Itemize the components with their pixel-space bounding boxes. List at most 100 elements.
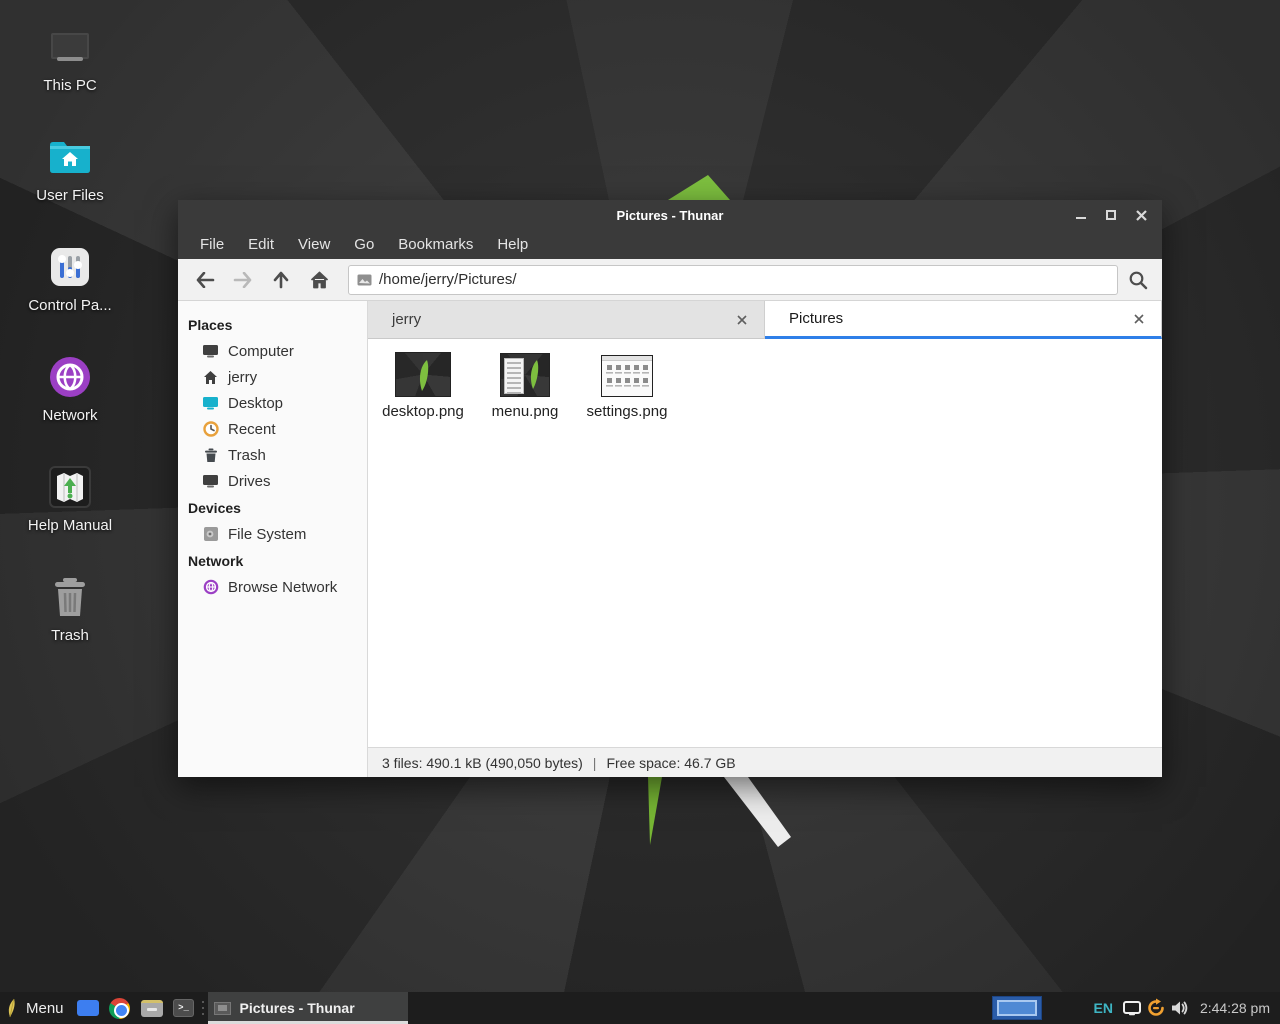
window-title: Pictures - Thunar bbox=[617, 208, 724, 223]
file-name: desktop.png bbox=[382, 403, 464, 420]
menu-view[interactable]: View bbox=[286, 230, 342, 259]
sidebar-item-label: Browse Network bbox=[228, 579, 337, 596]
keyboard-layout-indicator[interactable]: EN bbox=[1093, 1000, 1112, 1016]
sidebar-item-browse-network[interactable]: Browse Network bbox=[178, 574, 367, 600]
tab-close-icon[interactable] bbox=[1129, 309, 1149, 329]
desktop-icon-network[interactable]: Network bbox=[0, 346, 140, 456]
file-desktop-png[interactable]: desktop.png bbox=[372, 347, 474, 420]
menu-help[interactable]: Help bbox=[485, 230, 540, 259]
tab-jerry[interactable]: jerry bbox=[368, 301, 765, 339]
sidebar-item-recent[interactable]: Recent bbox=[178, 416, 367, 442]
show-desktop-icon bbox=[77, 1000, 99, 1016]
file-name: settings.png bbox=[587, 403, 668, 420]
sidebar-item-jerry[interactable]: jerry bbox=[178, 364, 367, 390]
tasklist-grip[interactable] bbox=[202, 992, 204, 1024]
chrome-icon bbox=[109, 998, 130, 1019]
task-button-label: Pictures - Thunar bbox=[240, 1000, 355, 1016]
file-settings-png[interactable]: settings.png bbox=[576, 347, 678, 420]
sidebar-item-drives[interactable]: Drives bbox=[178, 468, 367, 494]
menu-bar: File Edit View Go Bookmarks Help bbox=[178, 230, 1162, 259]
sidebar-header-devices: Devices bbox=[178, 494, 367, 521]
desktop-icon-this-pc[interactable]: This PC bbox=[0, 16, 140, 126]
desktop-monitor-icon bbox=[202, 395, 219, 412]
side-pane: Places Computer jerry bbox=[178, 301, 368, 777]
desktop-root: This PC User Files bbox=[0, 0, 1280, 1024]
update-manager-tray[interactable] bbox=[1144, 992, 1168, 1024]
sidebar-item-label: jerry bbox=[228, 369, 257, 386]
file-view[interactable]: desktop.png menu.png bbox=[368, 339, 1162, 747]
toolbar: /home/jerry/Pictures/ bbox=[178, 259, 1162, 301]
window-content: Places Computer jerry bbox=[178, 301, 1162, 777]
thunar-window: Pictures - Thunar File Edit View Go Book… bbox=[178, 200, 1162, 777]
menu-go[interactable]: Go bbox=[342, 230, 386, 259]
sidebar-item-label: Drives bbox=[228, 473, 271, 490]
feather-logo-icon bbox=[6, 998, 19, 1018]
desktop-icon-label: Control Pa... bbox=[28, 297, 111, 314]
sidebar-item-label: File System bbox=[228, 526, 306, 543]
desktop-icon-label: User Files bbox=[36, 187, 104, 204]
sidebar-item-computer[interactable]: Computer bbox=[178, 338, 367, 364]
menu-button[interactable]: Menu bbox=[0, 992, 72, 1024]
drives-icon bbox=[202, 473, 219, 490]
maximize-button[interactable] bbox=[1096, 200, 1126, 230]
task-button-thunar[interactable]: Pictures - Thunar bbox=[208, 992, 408, 1024]
forward-button[interactable] bbox=[224, 264, 262, 296]
chrome-launcher[interactable] bbox=[107, 992, 133, 1024]
sliders-icon bbox=[47, 244, 93, 290]
close-button[interactable] bbox=[1126, 200, 1156, 230]
desktop-icon-label: Network bbox=[42, 407, 97, 424]
menu-bookmarks[interactable]: Bookmarks bbox=[386, 230, 485, 259]
volume-tray[interactable] bbox=[1168, 992, 1192, 1024]
file-menu-png[interactable]: menu.png bbox=[474, 347, 576, 420]
tab-close-icon[interactable] bbox=[732, 310, 752, 330]
show-desktop-button[interactable] bbox=[75, 992, 101, 1024]
sidebar-item-trash[interactable]: Trash bbox=[178, 442, 367, 468]
back-button[interactable] bbox=[186, 264, 224, 296]
desktop-icon-label: Trash bbox=[51, 627, 89, 644]
home-button[interactable] bbox=[300, 264, 338, 296]
window-titlebar[interactable]: Pictures - Thunar bbox=[178, 200, 1162, 230]
sidebar-item-desktop[interactable]: Desktop bbox=[178, 390, 367, 416]
computer-icon bbox=[202, 343, 219, 360]
manual-book-icon bbox=[47, 464, 93, 510]
status-bar: 3 files: 490.1 kB (490,050 bytes) | Free… bbox=[368, 747, 1162, 777]
logo-green-sliver bbox=[648, 777, 662, 845]
laptop-icon bbox=[47, 24, 93, 70]
sidebar-header-network: Network bbox=[178, 547, 367, 574]
display-icon bbox=[1123, 1001, 1141, 1016]
minimize-button[interactable] bbox=[1066, 200, 1096, 230]
status-separator: | bbox=[593, 755, 597, 771]
desktop-icon-column: This PC User Files bbox=[0, 16, 140, 676]
sidebar-item-file-system[interactable]: File System bbox=[178, 521, 367, 547]
up-button[interactable] bbox=[262, 264, 300, 296]
file-name: menu.png bbox=[492, 403, 559, 420]
tab-bar: jerry Pictures bbox=[368, 301, 1162, 339]
status-free-space: Free space: 46.7 GB bbox=[606, 755, 735, 771]
clock[interactable]: 2:44:28 pm bbox=[1200, 1000, 1270, 1016]
menu-edit[interactable]: Edit bbox=[236, 230, 286, 259]
desktop-icon-help-manual[interactable]: Help Manual bbox=[0, 456, 140, 566]
file-manager-launcher[interactable] bbox=[139, 992, 165, 1024]
trash-small-icon bbox=[202, 447, 219, 464]
desktop-icon-control-panel[interactable]: Control Pa... bbox=[0, 236, 140, 346]
desktop-icon-user-files[interactable]: User Files bbox=[0, 126, 140, 236]
display-settings-tray[interactable] bbox=[1120, 992, 1144, 1024]
system-tray: EN 2:44:28 pm bbox=[1086, 992, 1280, 1024]
search-button[interactable] bbox=[1118, 264, 1158, 296]
thumbnail-menu-png bbox=[500, 347, 550, 397]
thumbnail-settings-png bbox=[601, 347, 653, 397]
terminal-launcher[interactable]: >_ bbox=[171, 992, 197, 1024]
main-pane: jerry Pictures bbox=[368, 301, 1162, 777]
taskbar: Menu >_ Pictures - Thunar EN bbox=[0, 992, 1280, 1024]
harddisk-icon bbox=[202, 526, 219, 543]
desktop-icon-trash[interactable]: Trash bbox=[0, 566, 140, 676]
sidebar-item-label: Desktop bbox=[228, 395, 283, 412]
path-bar[interactable]: /home/jerry/Pictures/ bbox=[348, 265, 1118, 295]
sidebar-item-label: Trash bbox=[228, 447, 266, 464]
tab-pictures[interactable]: Pictures bbox=[765, 301, 1162, 339]
menu-file[interactable]: File bbox=[188, 230, 236, 259]
network-globe-icon bbox=[202, 579, 219, 596]
search-icon bbox=[1128, 270, 1148, 290]
workspace-pager[interactable] bbox=[992, 996, 1042, 1020]
image-file-icon bbox=[357, 274, 372, 286]
